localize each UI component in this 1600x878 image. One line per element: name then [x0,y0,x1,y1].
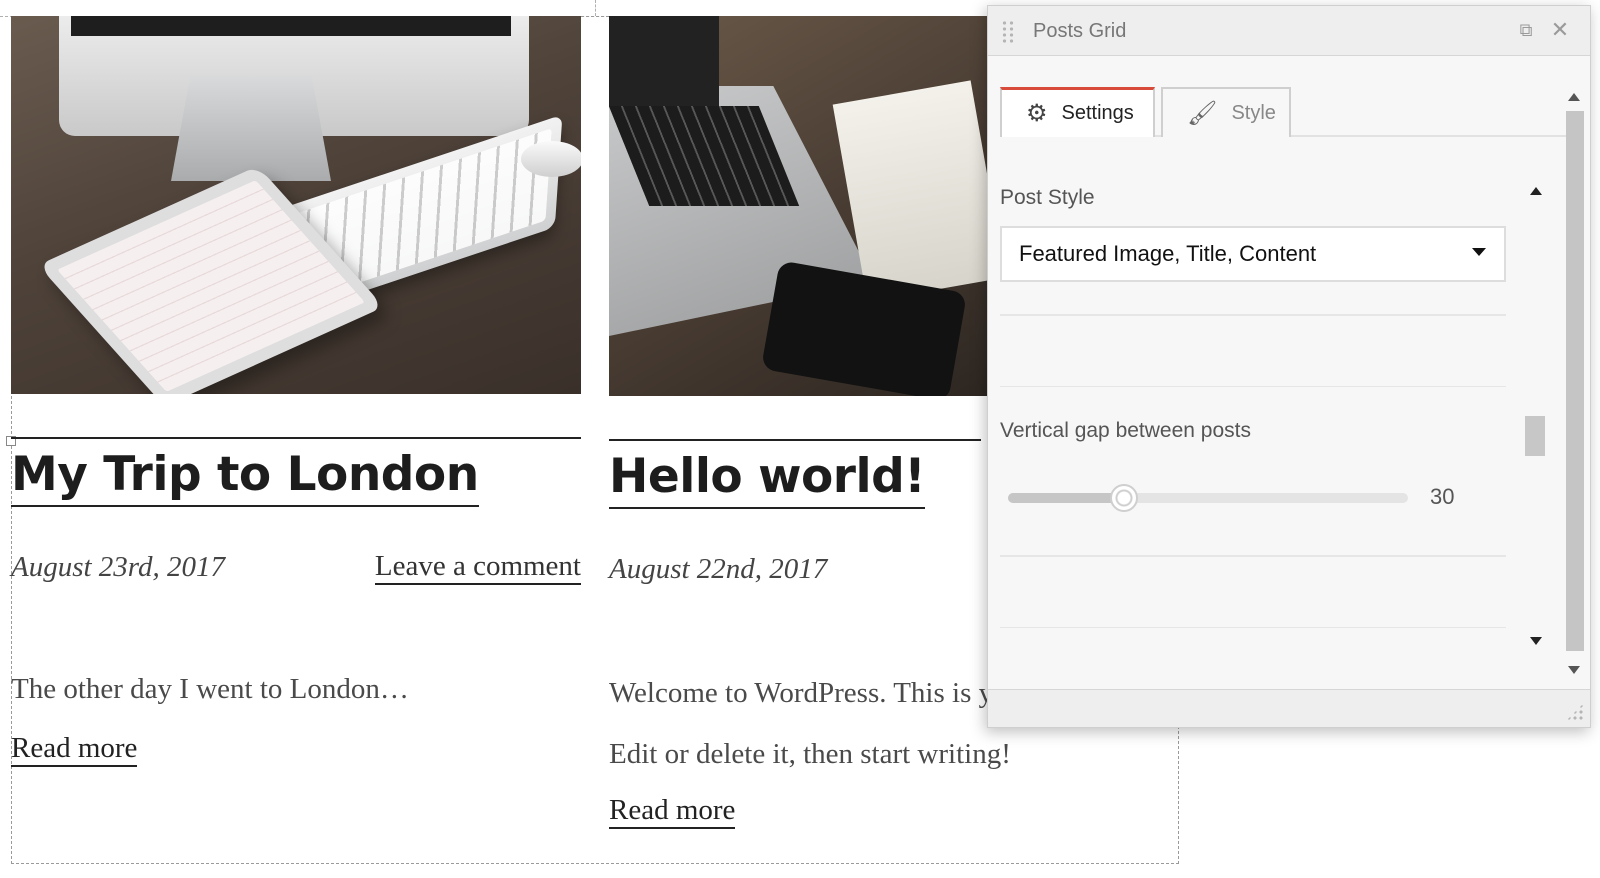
post-meta: August 23rd, 2017 Leave a comment [11,550,581,591]
imac-stand-shape [171,76,331,181]
tab-label: Style [1231,101,1276,124]
vertical-gap-slider-row: 30 [1000,479,1520,519]
vertical-gap-slider[interactable] [1008,493,1408,503]
slider-knob[interactable] [1110,484,1138,512]
scroll-down-icon[interactable] [1530,637,1542,645]
content-scrollbar[interactable] [1524,181,1548,651]
leave-comment-link[interactable]: Leave a comment [374,550,581,585]
imac-screen-shape [71,16,511,36]
post-style-label: Post Style [1000,186,1095,209]
popout-icon[interactable]: ⧉ [1514,18,1538,42]
scroll-down-icon[interactable] [1568,666,1580,674]
close-icon[interactable]: ✕ [1548,18,1572,42]
slider-fill [1008,493,1124,503]
panel-header[interactable]: Posts Grid ⧉ ✕ [988,6,1590,56]
read-more-link[interactable]: Read more [11,732,138,767]
post-card: My Trip to London August 23rd, 2017 Leav… [11,16,581,767]
gear-icon: ⚙ [1026,100,1048,127]
scroll-thumb[interactable] [1566,111,1584,651]
featured-image[interactable] [609,16,989,396]
divider [1000,386,1506,387]
mouse-shape [521,141,581,177]
post-excerpt: The other day I went to London… [11,673,409,705]
post-title[interactable]: Hello world! [609,449,926,509]
post-date: August 23rd, 2017 [11,551,226,583]
scroll-thumb[interactable] [1525,416,1545,456]
panel-scrollbar[interactable] [1564,89,1584,674]
settings-content: Post Style Featured Image, Title, Conten… [1000,186,1520,628]
vertical-gap-value: 30 [1430,484,1455,509]
paintbrush-icon: 🖌 [1187,99,1218,127]
read-more-link[interactable]: Read more [609,794,736,829]
scroll-up-icon[interactable] [1568,93,1580,101]
title-separator: My Trip to London [11,437,581,507]
posts-grid-settings-panel: Posts Grid ⧉ ✕ ⚙ Settings 🖌 Style Post S… [987,5,1591,728]
panel-tabs: ⚙ Settings 🖌 Style [1000,87,1580,137]
chevron-down-icon [1472,248,1486,256]
divider [1000,627,1506,628]
post-style-select[interactable]: Featured Image, Title, Content [1000,226,1506,282]
featured-image[interactable] [11,16,581,394]
title-separator: Hello world! [609,439,981,509]
tab-label: Settings [1061,102,1134,124]
divider [1000,555,1506,557]
panel-footer [988,689,1590,727]
tab-style[interactable]: 🖌 Style [1161,87,1291,137]
panel-title: Posts Grid [1033,20,1127,42]
vertical-gap-label: Vertical gap between posts [1000,419,1251,442]
scroll-up-icon[interactable] [1530,187,1542,195]
resize-grip-icon[interactable] [1566,703,1584,721]
divider [1000,314,1506,316]
post-title[interactable]: My Trip to London [11,447,479,507]
post-date: August 22nd, 2017 [609,553,828,585]
tab-settings[interactable]: ⚙ Settings [1000,87,1155,137]
drag-handle-icon[interactable] [1001,20,1015,44]
column-guide [595,0,596,16]
laptop-screen-shape [609,16,719,106]
post-style-value: Featured Image, Title, Content [1019,241,1317,266]
